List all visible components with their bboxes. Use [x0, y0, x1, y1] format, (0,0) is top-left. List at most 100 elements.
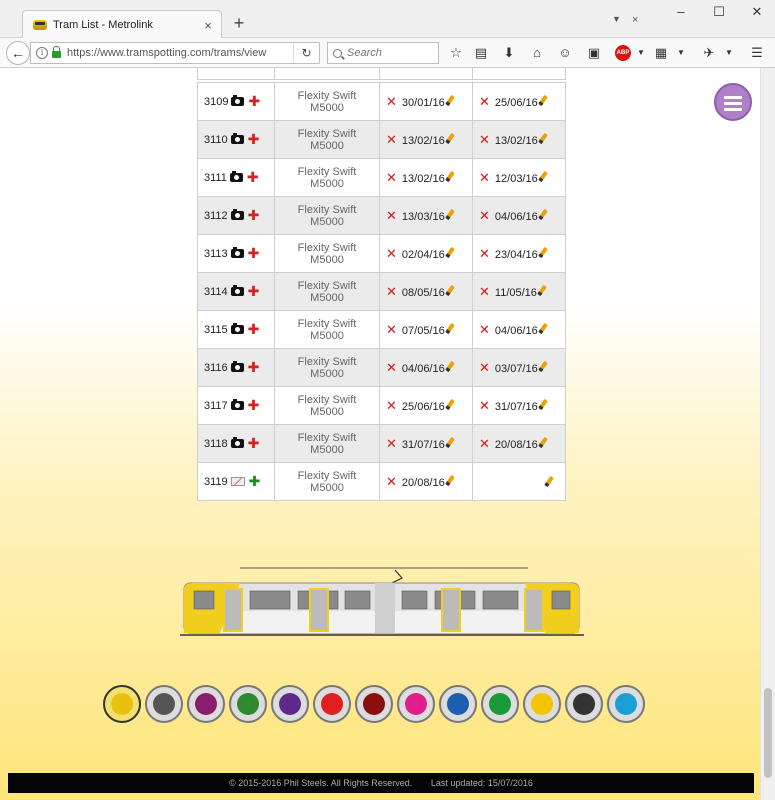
url-text[interactable]: https://www.tramspotting.com/trams/view — [67, 47, 283, 59]
camera-icon[interactable] — [231, 95, 245, 106]
camera-icon[interactable] — [230, 133, 244, 144]
delete-first-icon[interactable]: ✕ — [386, 398, 397, 413]
extension-icon[interactable]: ✈ — [700, 45, 718, 61]
reload-icon[interactable]: ↻ — [293, 43, 319, 63]
delete-last-icon[interactable]: ✕ — [479, 132, 490, 147]
delete-last-icon[interactable]: ✕ — [479, 284, 490, 299]
edit-pencil-icon[interactable] — [537, 436, 548, 448]
edit-pencil-icon[interactable] — [537, 132, 548, 144]
add-photo-icon[interactable]: ✚ — [248, 283, 260, 299]
new-tab-button[interactable]: + — [230, 13, 248, 34]
metrolink-logo-icon[interactable] — [523, 685, 561, 723]
adblock-chevron-icon[interactable]: ▼ — [632, 45, 650, 61]
tab-close-icon[interactable]: × — [199, 18, 217, 33]
tyne-and-wear-logo-icon[interactable] — [397, 685, 435, 723]
delete-first-icon[interactable]: ✕ — [386, 360, 397, 375]
delete-last-icon[interactable]: ✕ — [479, 246, 490, 261]
add-photo-icon[interactable]: ✚ — [249, 473, 261, 489]
midland-metro-logo-icon[interactable] — [271, 685, 309, 723]
add-photo-icon[interactable]: ✚ — [248, 245, 260, 261]
camera-icon[interactable] — [230, 209, 244, 220]
tram-number[interactable]: 3116 — [204, 362, 228, 374]
add-photo-icon[interactable]: ✚ — [248, 131, 260, 147]
add-photo-icon[interactable]: ✚ — [248, 207, 260, 223]
delete-first-icon[interactable]: ✕ — [386, 322, 397, 337]
edit-pencil-icon[interactable] — [537, 322, 548, 334]
info-icon[interactable]: i — [36, 47, 48, 59]
edit-pencil-icon[interactable] — [444, 360, 455, 372]
edit-pencil-icon[interactable] — [444, 94, 455, 106]
emoji-icon[interactable]: ☺ — [556, 45, 574, 61]
edit-pencil-icon[interactable] — [444, 322, 455, 334]
edit-pencil-icon[interactable] — [444, 436, 455, 448]
translate-chevron-icon[interactable]: ▼ — [672, 45, 690, 61]
bookmark-star-icon[interactable]: ☆ — [447, 45, 465, 61]
delete-first-icon[interactable]: ✕ — [386, 436, 397, 451]
window-close-button[interactable]: ✕ — [746, 4, 768, 20]
camera-icon[interactable] — [230, 247, 244, 258]
edit-pencil-icon[interactable] — [444, 284, 455, 296]
edit-pencil-icon[interactable] — [444, 246, 455, 258]
nexus-logo-icon[interactable] — [565, 685, 603, 723]
edit-pencil-icon[interactable] — [444, 398, 455, 410]
tram-number[interactable]: 3115 — [204, 324, 228, 336]
edit-pencil-icon[interactable] — [537, 170, 548, 182]
edit-pencil-icon[interactable] — [544, 475, 554, 488]
camera-icon[interactable] — [230, 399, 244, 410]
sheffield-logo-icon[interactable] — [145, 685, 183, 723]
translate-icon[interactable]: ▦ — [652, 45, 670, 61]
screenshot-icon[interactable]: ▣ — [585, 45, 603, 61]
edit-pencil-icon[interactable] — [537, 398, 548, 410]
tab-list-chevron-icon[interactable]: ▼ — [612, 14, 621, 24]
tram-number[interactable]: 3109 — [204, 96, 228, 108]
delete-first-icon[interactable]: ✕ — [386, 94, 397, 109]
scrollbar-thumb[interactable] — [764, 688, 772, 778]
extension-chevron-icon[interactable]: ▼ — [720, 45, 738, 61]
edit-pencil-icon[interactable] — [444, 474, 455, 486]
tram-number[interactable]: 3112 — [204, 210, 228, 222]
download-icon[interactable]: ⬇ — [500, 45, 518, 61]
delete-last-icon[interactable]: ✕ — [479, 208, 490, 223]
window-minimize-button[interactable]: – — [670, 4, 692, 19]
tram-number[interactable]: 3111 — [204, 172, 227, 184]
add-photo-icon[interactable]: ✚ — [248, 321, 260, 337]
edit-pencil-icon[interactable] — [537, 94, 548, 106]
tramlink-logo-icon[interactable] — [481, 685, 519, 723]
blackpool-logo-icon[interactable] — [187, 685, 225, 723]
tram-number[interactable]: 3118 — [204, 438, 228, 450]
glasgow-logo-icon[interactable] — [439, 685, 477, 723]
delete-first-icon[interactable]: ✕ — [386, 170, 397, 185]
delete-last-icon[interactable]: ✕ — [479, 360, 490, 375]
edit-pencil-icon[interactable] — [444, 208, 455, 220]
vertical-scrollbar[interactable] — [760, 68, 775, 800]
browser-tab[interactable]: Tram List - Metrolink × — [22, 10, 222, 39]
home-icon[interactable]: ⌂ — [528, 45, 546, 61]
tram-number[interactable]: 3110 — [204, 134, 228, 146]
add-photo-icon[interactable]: ✚ — [248, 359, 260, 375]
delete-first-icon[interactable]: ✕ — [386, 132, 397, 147]
back-button[interactable]: ← — [6, 41, 30, 65]
add-photo-icon[interactable]: ✚ — [247, 169, 259, 185]
adblock-icon[interactable]: ABP — [615, 45, 631, 61]
camera-icon[interactable] — [230, 361, 244, 372]
tramspotting-logo-icon[interactable] — [103, 685, 141, 723]
camera-icon[interactable] — [229, 171, 243, 182]
delete-last-icon[interactable]: ✕ — [479, 322, 490, 337]
edit-pencil-icon[interactable] — [444, 170, 455, 182]
edit-pencil-icon[interactable] — [537, 284, 547, 296]
delete-first-icon[interactable]: ✕ — [386, 208, 397, 223]
delete-last-icon[interactable]: ✕ — [479, 436, 490, 451]
reading-list-icon[interactable]: ▤ — [472, 45, 490, 61]
delete-first-icon[interactable]: ✕ — [386, 474, 397, 489]
camera-icon[interactable] — [230, 285, 244, 296]
delete-last-icon[interactable]: ✕ — [479, 398, 490, 413]
delete-first-icon[interactable]: ✕ — [386, 284, 397, 299]
edit-pencil-icon[interactable] — [537, 246, 548, 258]
tram-number[interactable]: 3117 — [204, 400, 228, 412]
site-menu-button[interactable] — [714, 83, 752, 121]
address-bar[interactable]: i https://www.tramspotting.com/trams/vie… — [30, 42, 320, 64]
tram-number[interactable]: 3119 — [204, 476, 228, 488]
edit-pencil-icon[interactable] — [537, 208, 548, 220]
tab-overflow-close-icon[interactable]: × — [632, 14, 638, 26]
add-photo-icon[interactable]: ✚ — [248, 397, 260, 413]
